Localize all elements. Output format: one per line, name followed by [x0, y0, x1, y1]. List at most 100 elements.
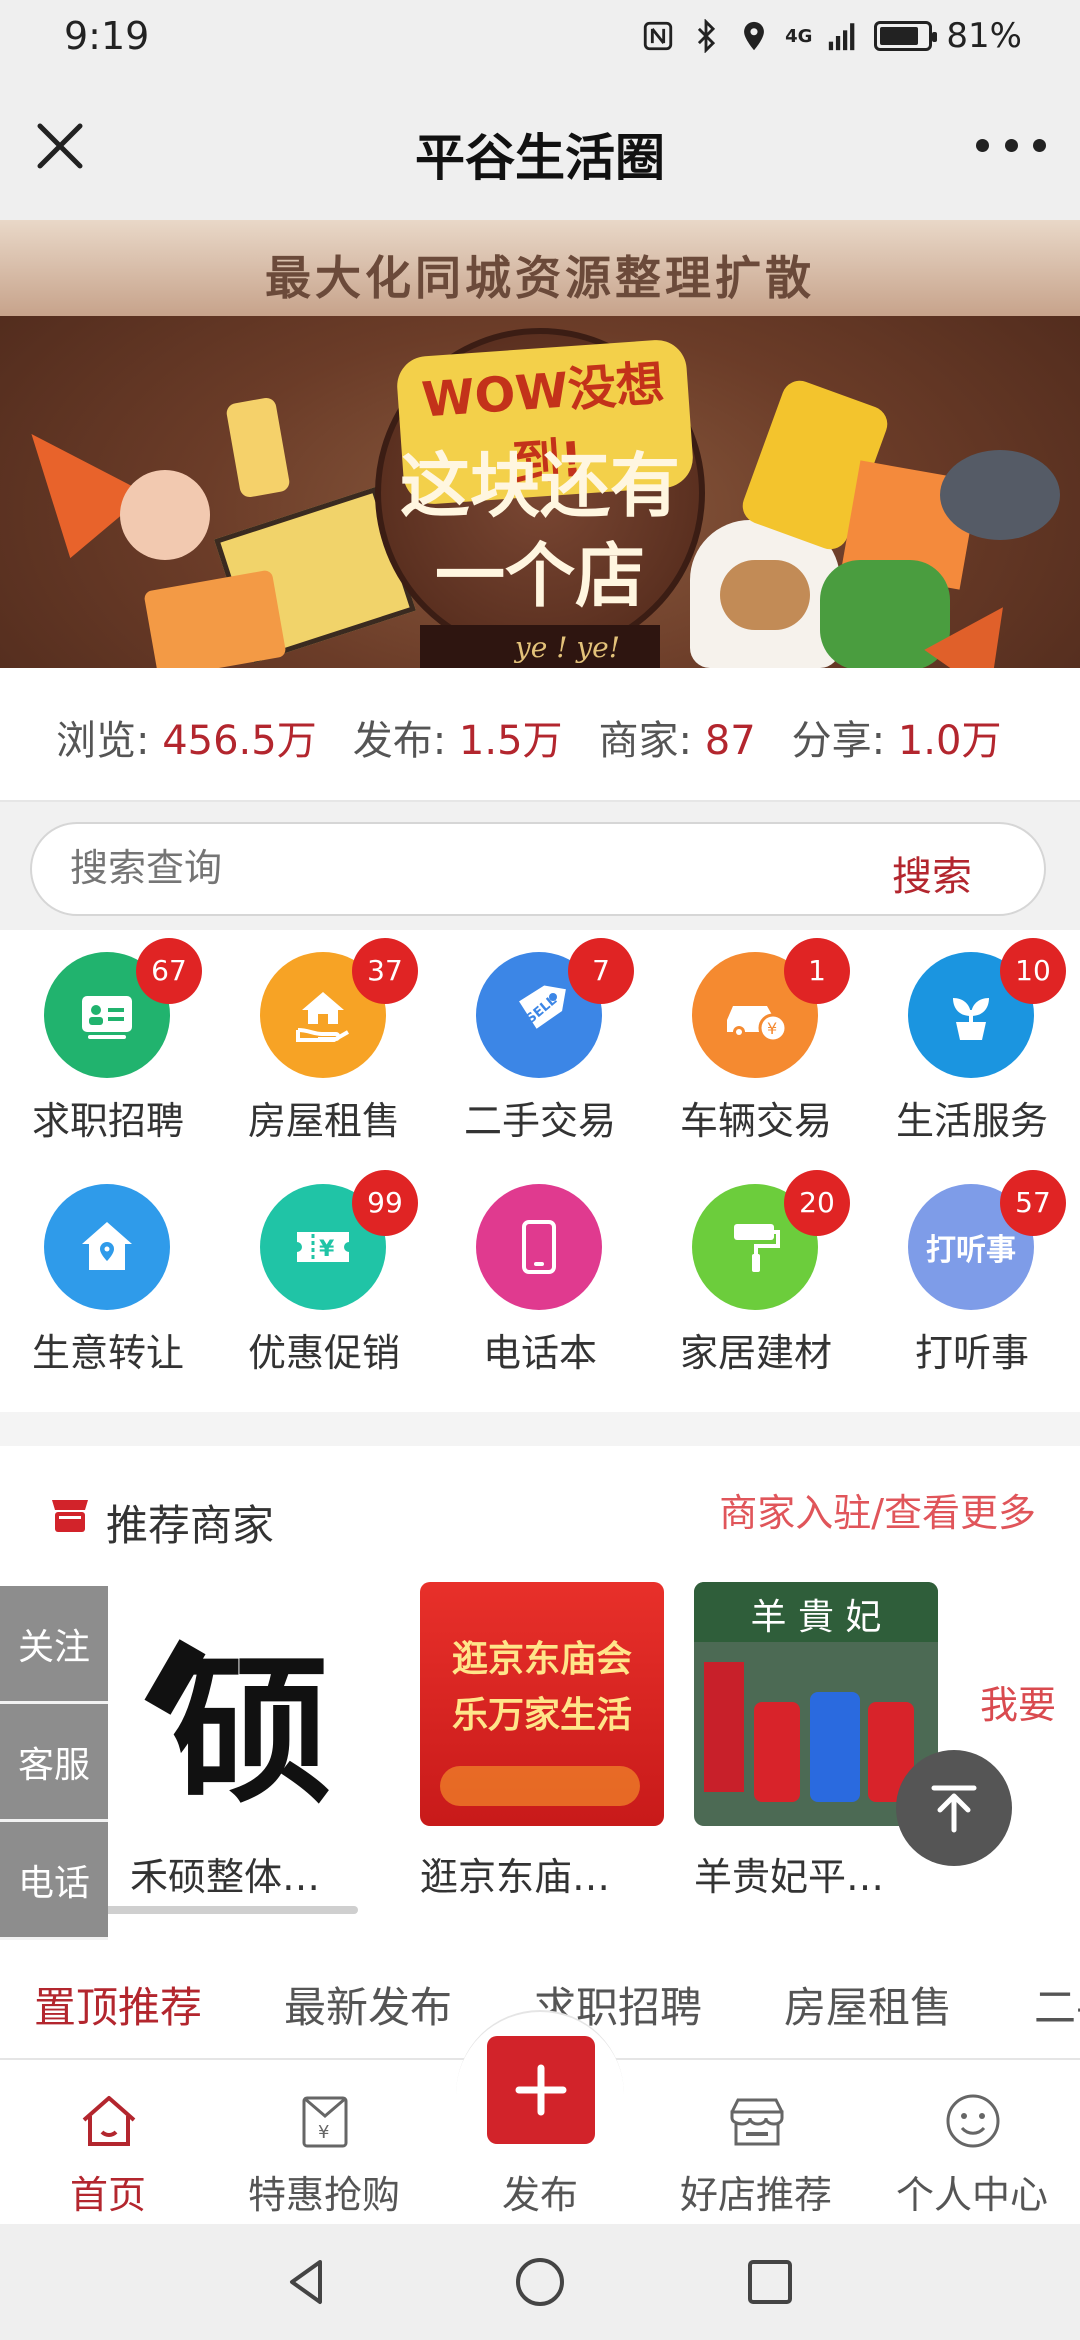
bluetooth-icon: [698, 19, 716, 53]
banner-dog-face: [720, 560, 810, 630]
system-nav-bar: [0, 2224, 1080, 2340]
category-jobs[interactable]: 67 求职招聘: [0, 930, 216, 1150]
banner-bottle: [225, 396, 291, 499]
category-phonebook[interactable]: 电话本: [432, 1162, 648, 1382]
category-badge: 10: [1000, 938, 1066, 1004]
shop-icon: [52, 1500, 88, 1532]
nav-label: 个人中心: [895, 2173, 1048, 2217]
page-title: 平谷生活圈: [415, 129, 665, 187]
category-housing[interactable]: 37 房屋租售: [216, 930, 432, 1150]
merchant-logo: 硕: [130, 1582, 374, 1826]
svg-text:¥: ¥: [767, 1019, 777, 1038]
home-circle-icon[interactable]: [510, 2252, 570, 2312]
publish-button[interactable]: [487, 2036, 595, 2144]
merchant-card[interactable]: 硕 禾硕整体…: [130, 1582, 374, 1901]
banner-line-1: 这块还有: [400, 445, 680, 527]
category-label: 家居建材: [679, 1331, 832, 1375]
tab-top-recommended[interactable]: 置顶推荐: [34, 1974, 202, 2035]
stat-posts-value: 1.5万: [458, 718, 563, 764]
svg-text:¥: ¥: [319, 1237, 335, 1262]
home-icon: [82, 2096, 136, 2146]
stat-views: 浏览: 456.5万: [56, 718, 317, 764]
banner-pan: [940, 450, 1060, 540]
nfc-icon: [643, 21, 673, 51]
category-badge: 57: [1000, 1170, 1066, 1236]
category-grid: 67 求职招聘 37 房屋租售 SELL 7 二手交易 ¥ 1 车辆交易 10 …: [0, 930, 1080, 1412]
customer-service-button[interactable]: 客服: [0, 1704, 108, 1822]
category-business-transfer[interactable]: 生意转让: [0, 1162, 216, 1382]
category-label: 电话本: [482, 1331, 597, 1375]
battery-percent: 81%: [946, 16, 1022, 56]
follow-button[interactable]: 关注: [0, 1586, 108, 1704]
nav-shops[interactable]: 好店推荐: [648, 2060, 864, 2226]
search-button[interactable]: 搜索: [892, 844, 972, 902]
arrow-up-icon: [931, 1785, 977, 1833]
category-second-hand[interactable]: SELL 7 二手交易: [432, 930, 648, 1150]
section-title: 推荐商家: [106, 1501, 275, 1550]
back-to-top-button[interactable]: [896, 1750, 1012, 1866]
category-badge: 20: [784, 1170, 850, 1236]
stat-views-value: 456.5万: [162, 718, 317, 764]
banner-toy: [120, 470, 210, 560]
category-vehicles[interactable]: ¥ 1 车辆交易: [648, 930, 864, 1150]
tab-housing[interactable]: 房屋租售: [784, 1974, 952, 2035]
category-label: 生意转让: [31, 1331, 184, 1375]
category-home-building[interactable]: 20 家居建材: [648, 1162, 864, 1382]
category-life-services[interactable]: 10 生活服务: [864, 930, 1080, 1150]
smile-icon: [946, 2094, 1000, 2148]
phone-icon: [476, 1184, 602, 1310]
signal-icon: [829, 23, 855, 51]
recents-icon[interactable]: [740, 2252, 800, 2312]
category-badge: 1: [784, 938, 850, 1004]
category-label: 房屋租售: [247, 1099, 400, 1143]
promo-banner[interactable]: 最大化同城资源整理扩散 WOW没想到! 这块还有 一个店 ye ! ye!: [0, 220, 1080, 668]
stats-bar: 浏览: 456.5万 发布: 1.5万 商家: 87 分享: 1.0万: [0, 668, 1080, 802]
network-label: 4G: [785, 25, 813, 47]
home-location-icon: [44, 1184, 170, 1310]
category-promotions[interactable]: ¥ 99 优惠促销: [216, 1162, 432, 1382]
merchant-name: 逛京东庙…: [420, 1855, 611, 1899]
stat-merchants: 商家: 87: [598, 718, 756, 764]
category-badge: 37: [352, 938, 418, 1004]
category-label: 优惠促销: [247, 1331, 400, 1375]
nav-deals[interactable]: ¥ 特惠抢购: [216, 2060, 432, 2226]
merchant-name: 禾硕整体…: [130, 1855, 321, 1899]
category-label: 二手交易: [463, 1099, 616, 1143]
stat-shares: 分享: 1.0万: [791, 718, 1002, 764]
phone-button[interactable]: 电话: [0, 1822, 108, 1940]
tab-second-hand[interactable]: 二手: [1034, 1974, 1080, 2035]
search-input[interactable]: [70, 846, 770, 890]
category-inquire[interactable]: 打听事 57 打听事: [864, 1162, 1080, 1382]
plus-icon: [515, 2064, 567, 2116]
stat-posts: 发布: 1.5万: [352, 718, 563, 764]
category-label: 求职招聘: [31, 1099, 184, 1143]
merchant-card[interactable]: 逛京东庙会 乐万家生活 逛京东庙…: [420, 1582, 664, 1901]
battery-icon: [874, 21, 938, 51]
back-icon[interactable]: [278, 2252, 338, 2312]
status-icons: 4G 81%: [641, 16, 1022, 56]
stat-shares-value: 1.0万: [897, 718, 1002, 764]
category-badge: 99: [352, 1170, 418, 1236]
tab-latest[interactable]: 最新发布: [284, 1974, 452, 2035]
nav-profile[interactable]: 个人中心: [864, 2060, 1080, 2226]
more-icon[interactable]: [976, 120, 1046, 170]
bottom-nav: 首页 ¥ 特惠抢购 发布 好店推荐 个人中心: [0, 2010, 1080, 2226]
status-time: 9:19: [64, 14, 150, 58]
merchant-join-link[interactable]: 商家入驻/查看更多: [719, 1482, 1036, 1537]
stat-merchants-value: 87: [704, 718, 756, 764]
category-label: 车辆交易: [679, 1099, 832, 1143]
search-section: 搜索: [0, 802, 1080, 930]
merchant-card-partial[interactable]: 我要: [980, 1674, 1056, 1729]
svg-text:¥: ¥: [318, 2122, 329, 2143]
merchant-poster: 逛京东庙会 乐万家生活: [420, 1582, 664, 1826]
category-label: 打听事: [914, 1331, 1029, 1375]
nav-label: 发布: [501, 2173, 578, 2217]
merchant-name: 羊贵妃平…: [694, 1855, 885, 1899]
merchant-card[interactable]: 羊 貴 妃 羊贵妃平…: [694, 1582, 938, 1901]
nav-home[interactable]: 首页: [0, 2060, 216, 2226]
nav-label: 首页: [69, 2173, 146, 2217]
nav-publish[interactable]: 发布: [432, 2036, 648, 2226]
banner-ribbon: ye ! ye!: [420, 625, 660, 668]
status-bar: 9:19 4G 81%: [0, 0, 1080, 78]
category-label: 生活服务: [895, 1099, 1048, 1143]
